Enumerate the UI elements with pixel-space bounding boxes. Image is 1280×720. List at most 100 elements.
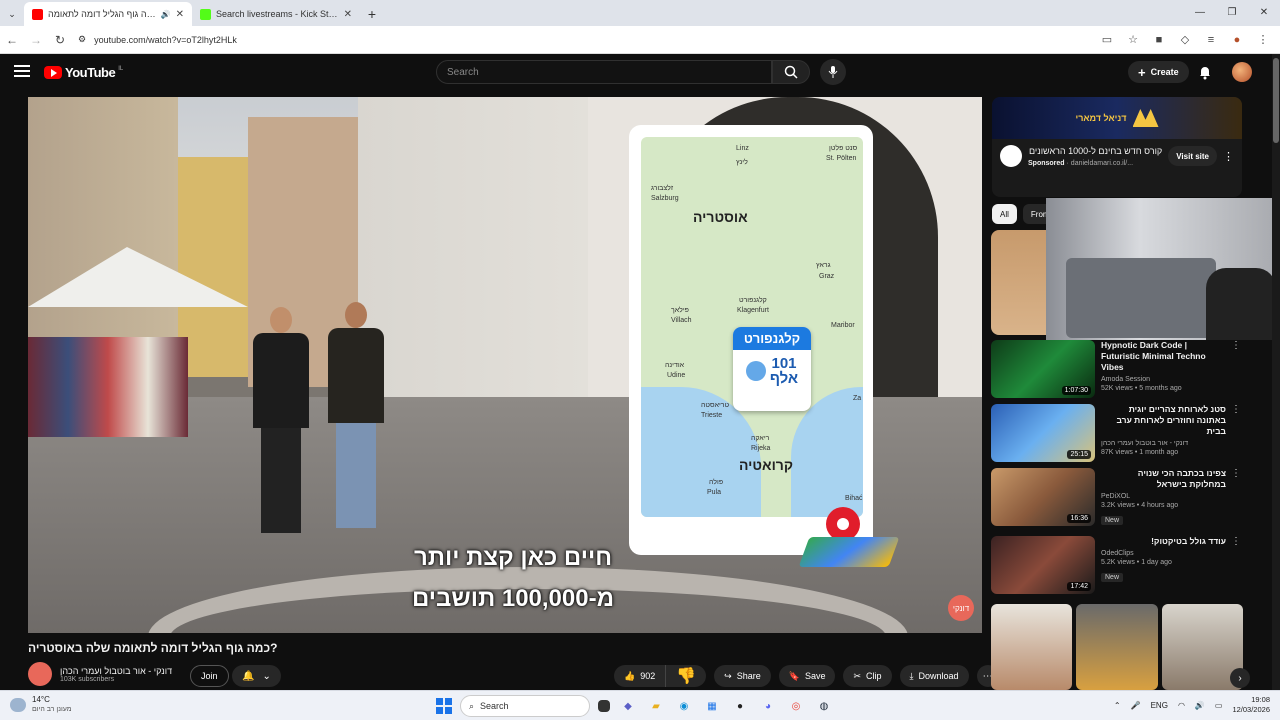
page-scrollbar[interactable] xyxy=(1272,54,1280,690)
map: Linz לינץ סנט פלטן St. Pölten זלצבורג Sa… xyxy=(641,137,863,517)
dislike-button[interactable]: 👎 xyxy=(666,665,706,687)
tab-search-icon[interactable]: ⌄ xyxy=(0,2,24,26)
volume-icon[interactable]: 🔊 xyxy=(1195,701,1205,710)
country-code: IL xyxy=(118,65,124,72)
save-button[interactable]: 🔖 Save xyxy=(778,665,836,687)
clip-button[interactable]: ✂ Clip xyxy=(843,665,892,687)
download-button[interactable]: ⤓ Download xyxy=(899,665,969,687)
recommendation-item[interactable]: 16:36 צפינו בכתבה הכי שנויה במחלוקת בישר… xyxy=(991,468,1241,526)
clock[interactable]: 19:08 12/03/2026 xyxy=(1232,695,1270,715)
youtube-logo[interactable]: YouTube IL xyxy=(44,65,123,80)
menu-icon[interactable] xyxy=(14,65,30,77)
watermark-text: דונקי xyxy=(952,603,970,613)
download-label: Download xyxy=(918,671,959,681)
video-building xyxy=(178,157,248,377)
language-indicator[interactable]: ENG xyxy=(1151,701,1168,710)
next-arrow-button[interactable]: › xyxy=(1230,668,1250,688)
subtitle-line: מ-100,000 תושבים xyxy=(411,585,615,612)
notifications-button[interactable] xyxy=(1196,63,1214,81)
reload-icon[interactable]: ↻ xyxy=(48,28,72,52)
close-tab-icon[interactable]: ✕ xyxy=(344,9,352,20)
app-icon[interactable]: ● xyxy=(730,696,750,716)
store-icon[interactable]: ▦ xyxy=(702,696,722,716)
restore-icon[interactable]: ❐ xyxy=(1216,0,1248,24)
extension-icon[interactable]: ■ xyxy=(1148,29,1170,51)
media-control-icon[interactable]: ≡ xyxy=(1200,29,1222,51)
browser-tabbar: ⌄ כמה גוף הגליל דומה לתאומה 🔊 ✕ Search l… xyxy=(0,0,1280,26)
subscription-bell-button[interactable]: 🔔 ⌄ xyxy=(232,665,281,687)
recommendation-item[interactable]: 1:07:30 Hypnotic Dark Code | Futuristic … xyxy=(991,340,1241,398)
join-button[interactable]: Join xyxy=(190,665,229,687)
url-field[interactable]: ⚙ youtube.com/watch?v=oT2lhyt2HLk xyxy=(78,29,1096,51)
taskbar-search[interactable]: ⌕ Search xyxy=(460,695,590,717)
people-icon xyxy=(745,361,766,381)
weather-temp: 14°C xyxy=(32,695,50,704)
battery-icon[interactable]: ▭ xyxy=(1215,701,1223,710)
file-explorer-icon[interactable]: ▰ xyxy=(646,696,666,716)
share-label: Share xyxy=(736,671,761,681)
short-thumbnail[interactable] xyxy=(991,604,1073,690)
map-label: Klagenfurt xyxy=(737,307,769,314)
teams-icon[interactable]: ◆ xyxy=(618,696,638,716)
close-window-icon[interactable]: ✕ xyxy=(1248,0,1280,24)
edge-icon[interactable]: ◉ xyxy=(674,696,694,716)
speaker-icon[interactable]: 🔊 xyxy=(161,10,171,19)
back-icon[interactable]: ← xyxy=(0,28,24,52)
tab-kick[interactable]: Search livestreams - Kick Stream ✕ xyxy=(192,2,360,26)
task-view-icon[interactable] xyxy=(598,700,610,712)
bookmark-star-icon[interactable]: ☆ xyxy=(1122,29,1144,51)
discord-icon[interactable]: ◕ xyxy=(758,696,778,716)
recommendation-item[interactable]: 17:42 עודד גולל בטיקטוק! OdedClips 5.2K … xyxy=(991,536,1241,594)
tray-mic-icon[interactable]: 🎤 xyxy=(1131,701,1141,710)
channel-name[interactable]: דונקי - אור בוטבול ועמרי הכהן xyxy=(60,666,172,676)
steam-icon[interactable]: ◍ xyxy=(814,696,834,716)
forward-icon[interactable]: → xyxy=(24,28,48,52)
recommendation-item[interactable]: 25:15 סטנ לארוחת צהריים יוגית באתונה וחו… xyxy=(991,404,1241,462)
ad-menu-icon[interactable]: ⋮ xyxy=(1223,150,1234,163)
recommendation-title: צפינו בכתבה הכי שנויה במחלוקת בישראל xyxy=(1137,468,1226,489)
extensions-puzzle-icon[interactable]: ◇ xyxy=(1174,29,1196,51)
video-thumbnail[interactable]: 25:15 xyxy=(991,404,1095,462)
map-label: Maribor xyxy=(831,322,855,329)
minimize-icon[interactable]: — xyxy=(1184,0,1216,24)
scrollbar-thumb[interactable] xyxy=(1273,58,1279,143)
weather-widget[interactable]: 14°C מעונן רב היום xyxy=(10,695,72,715)
create-button[interactable]: + Create xyxy=(1128,61,1189,83)
browser-menu-icon[interactable]: ⋮ xyxy=(1252,29,1274,51)
account-avatar[interactable] xyxy=(1232,62,1252,82)
search-button[interactable] xyxy=(772,60,810,84)
recommendation-menu-icon[interactable]: ⋮ xyxy=(1231,536,1241,547)
channel-avatar[interactable] xyxy=(28,662,52,686)
video-thumbnail[interactable]: 16:36 xyxy=(991,468,1095,526)
short-thumbnail[interactable] xyxy=(1076,604,1158,690)
recommendation-menu-icon[interactable]: ⋮ xyxy=(1231,468,1241,479)
recommendation-menu-icon[interactable]: ⋮ xyxy=(1231,404,1241,415)
video-thumbnail[interactable]: 17:42 xyxy=(991,536,1095,594)
voice-search-button[interactable] xyxy=(820,59,846,85)
network-icon[interactable]: ◠ xyxy=(1178,701,1185,710)
youtube-play-icon xyxy=(44,66,62,79)
recommendation-menu-icon[interactable]: ⋮ xyxy=(1231,340,1241,351)
sponsored-ad[interactable]: דניאל דמארי קורס חדש בחינם ל-1000 הראשונ… xyxy=(992,97,1242,197)
visit-site-button[interactable]: Visit site xyxy=(1168,146,1217,166)
search-input[interactable]: Search xyxy=(436,60,772,84)
like-button[interactable]: 👍 902 xyxy=(614,665,667,687)
windows-start-icon[interactable] xyxy=(436,698,452,714)
site-info-icon[interactable]: ⚙ xyxy=(78,34,86,45)
download-icon: ⤓ xyxy=(909,670,914,681)
new-tab-button[interactable]: + xyxy=(360,2,384,26)
tab-youtube[interactable]: כמה גוף הגליל דומה לתאומה 🔊 ✕ xyxy=(24,2,192,26)
profile-avatar-icon[interactable]: ● xyxy=(1226,29,1248,51)
share-button[interactable]: ↪ Share xyxy=(714,665,771,687)
channel-watermark[interactable]: דונקי xyxy=(948,595,974,621)
recommendation-thumbnail[interactable] xyxy=(991,230,1047,335)
close-tab-icon[interactable]: ✕ xyxy=(176,9,184,20)
video-player[interactable]: Linz לינץ סנט פלטן St. Pölten זלצבורג Sa… xyxy=(28,97,982,633)
chip-all[interactable]: All xyxy=(992,204,1017,224)
webcam-overlay xyxy=(1046,198,1280,340)
chrome-icon[interactable]: ◎ xyxy=(786,696,806,716)
recommendation-meta: 3.2K views • 4 hours ago xyxy=(1101,502,1179,509)
cast-icon[interactable]: ▭ xyxy=(1096,29,1118,51)
video-thumbnail[interactable]: 1:07:30 xyxy=(991,340,1095,398)
tray-chevron-icon[interactable]: ⌃ xyxy=(1114,701,1121,710)
